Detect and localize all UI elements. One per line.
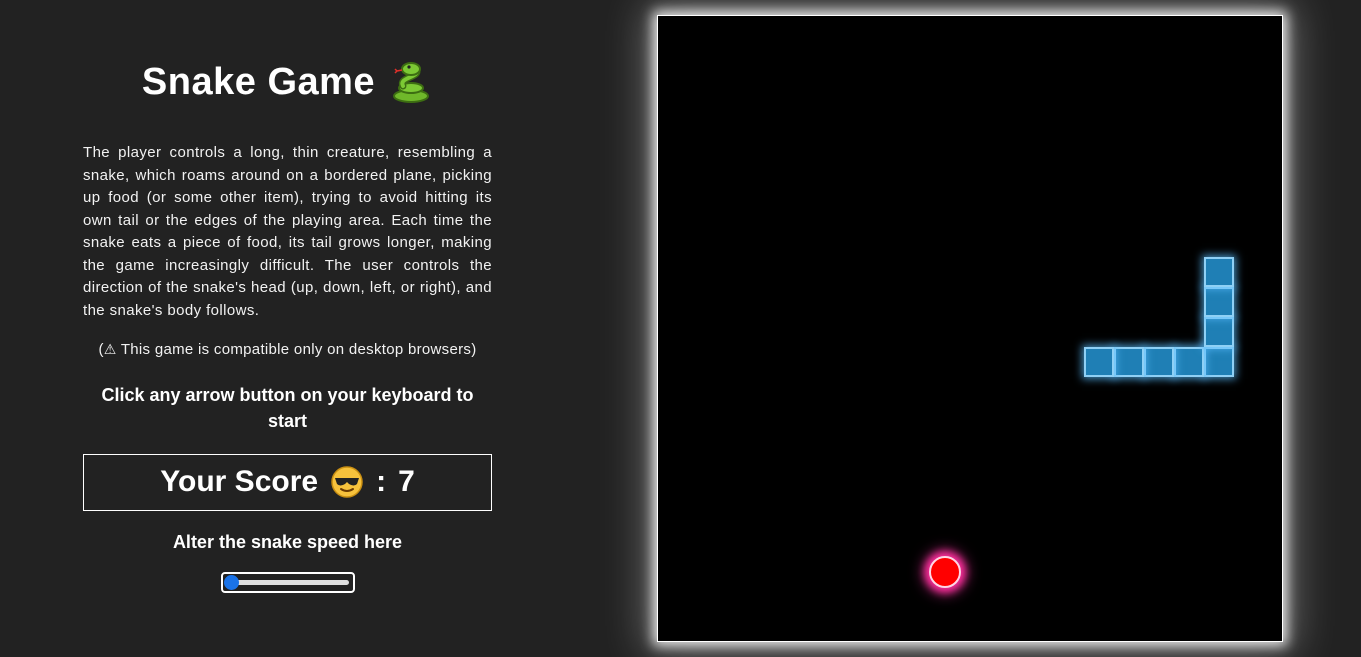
speed-slider-thumb[interactable] [223, 574, 239, 590]
snake-segment [1204, 257, 1234, 287]
snake-segment [1204, 287, 1234, 317]
compatibility-note: (⚠ This game is compatible only on deskt… [83, 338, 492, 362]
info-panel: Snake Game The player controls a long, t… [83, 0, 492, 593]
snake-segment [1174, 347, 1204, 377]
game-board[interactable] [657, 15, 1283, 642]
food-dot [929, 556, 961, 588]
speed-slider-track [226, 579, 349, 585]
snake-head [1204, 347, 1234, 377]
score-box: Your Score : 7 [83, 453, 492, 511]
warning-icon: ⚠ [103, 341, 117, 357]
game-description: The player controls a long, thin creatur… [83, 144, 492, 319]
speed-label: Alter the snake speed here [172, 531, 403, 552]
snake-segment [1084, 347, 1114, 377]
cool-face-icon [330, 465, 364, 499]
page: Snake Game The player controls a long, t… [0, 0, 1361, 657]
score-separator: : [376, 465, 387, 498]
snake-segment [1114, 347, 1144, 377]
snake-icon [389, 60, 433, 104]
note-text: This game is compatible only on desktop … [116, 341, 477, 358]
speed-slider[interactable] [220, 571, 355, 593]
title-text: Snake Game [141, 61, 376, 103]
snake-segment [1204, 317, 1234, 347]
score-label: Your Score [160, 465, 319, 498]
score-value: 7 [398, 465, 415, 498]
page-title: Snake Game [83, 58, 492, 106]
start-instruction: Click any arrow button on your keyboard … [101, 384, 474, 431]
snake-segment [1144, 347, 1174, 377]
